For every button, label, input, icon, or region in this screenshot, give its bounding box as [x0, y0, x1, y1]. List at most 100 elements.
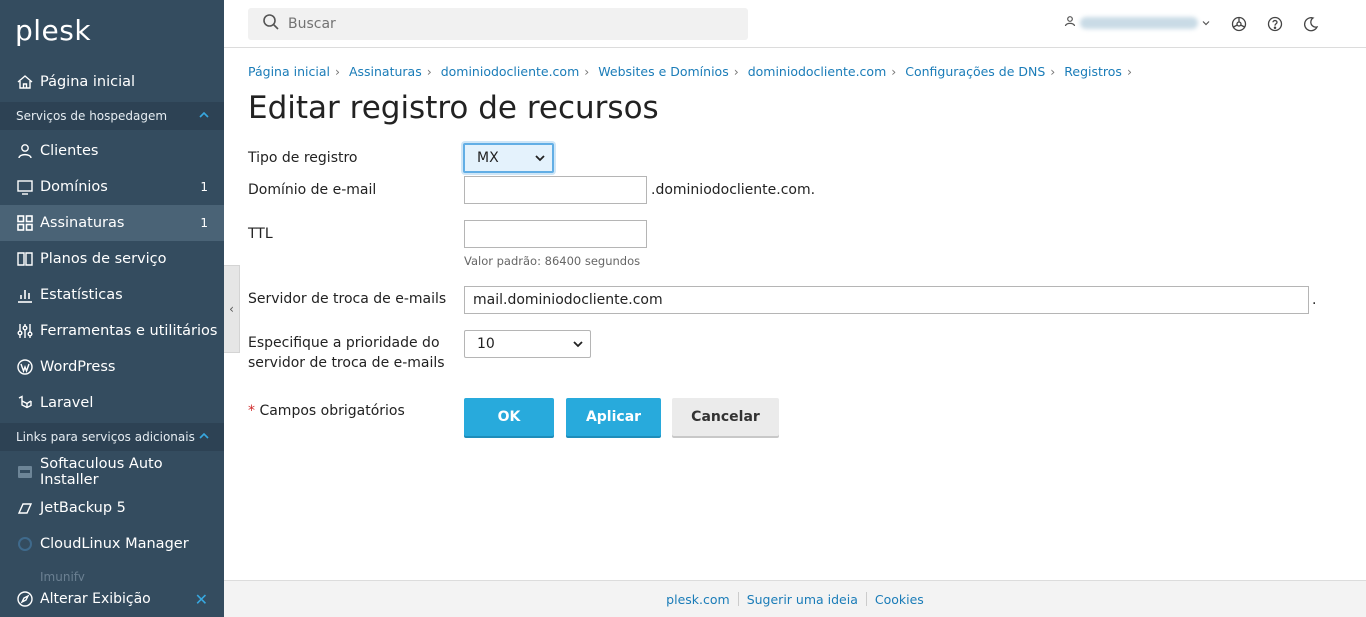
monitor-icon [16, 178, 34, 196]
user-icon [16, 142, 34, 160]
sidebar-item-label: Laravel [40, 395, 94, 411]
user-menu[interactable] [1064, 15, 1210, 30]
sidebar-item-label: Assinaturas [40, 215, 125, 231]
close-icon[interactable]: ✕ [195, 590, 208, 609]
breadcrumb-separator: › [891, 64, 897, 79]
sidebar-item-laravel[interactable]: Laravel [0, 385, 224, 421]
plesk-logo[interactable]: plesk [15, 14, 91, 47]
sidebar-item-clientes[interactable]: Clientes [0, 133, 224, 169]
extensions-icon[interactable] [1229, 14, 1249, 34]
count-badge: 1 [200, 216, 208, 230]
breadcrumb-separator: › [1050, 64, 1056, 79]
chevron-left-icon: ‹ [229, 302, 234, 316]
chevron-down-icon [534, 152, 546, 168]
moon-icon[interactable] [1301, 14, 1321, 34]
footer: plesk.com Sugerir uma ideia Cookies [224, 580, 1366, 617]
search-bar[interactable] [248, 8, 748, 40]
breadcrumb: Página inicial › Assinaturas › dominiodocl… [248, 64, 1137, 79]
sidebar-item-label: Softaculous Auto Installer [40, 456, 163, 488]
help-icon[interactable] [1265, 14, 1285, 34]
priority-value: 10 [477, 336, 495, 352]
sidebar-item-home[interactable]: Página inicial [0, 64, 224, 100]
search-icon [262, 13, 280, 35]
user-icon [1064, 15, 1076, 30]
chevron-up-icon [198, 430, 210, 445]
sidebar-item-ferramentas[interactable]: Ferramentas e utilitários [0, 313, 224, 349]
sidebar-collapse-toggle[interactable]: ‹ [224, 265, 240, 353]
breadcrumb-link[interactable]: dominiodocliente.com [441, 64, 580, 79]
chevron-up-icon [198, 109, 210, 124]
search-input[interactable] [288, 16, 728, 32]
wordpress-icon [16, 358, 34, 376]
sidebar-item-label: Clientes [40, 143, 99, 159]
sidebar-item-label: Planos de serviço [40, 251, 167, 267]
email-domain-input[interactable] [464, 176, 647, 204]
section-links-header[interactable]: Links para serviços adicionais [0, 423, 224, 451]
breadcrumb-separator: › [426, 64, 432, 79]
section-hosting-label: Serviços de hospedagem [16, 109, 168, 123]
breadcrumb-link[interactable]: dominiodocliente.com [748, 64, 887, 79]
sidebar-item-label: Página inicial [40, 74, 136, 90]
jetbackup-icon [16, 499, 34, 517]
email-domain-label: Domínio de e-mail [248, 182, 377, 198]
change-view-label: Alterar Exibição [40, 591, 151, 607]
record-type-label: Tipo de registro [248, 150, 358, 166]
required-asterisk: * [248, 403, 255, 419]
record-type-value: MX [477, 150, 499, 166]
breadcrumb-link[interactable]: Registros [1064, 64, 1122, 79]
compass-icon [16, 590, 34, 608]
ttl-input[interactable] [464, 220, 647, 248]
cancel-button[interactable]: Cancelar [672, 398, 779, 436]
sidebar-item-estatisticas[interactable]: Estatísticas [0, 277, 224, 313]
sidebar-item-planos[interactable]: Planos de serviço [0, 241, 224, 277]
footer-link-plesk[interactable]: plesk.com [658, 592, 738, 607]
grid-icon [16, 214, 34, 232]
sidebar-item-wordpress[interactable]: WordPress [0, 349, 224, 385]
footer-link-cookies[interactable]: Cookies [867, 592, 932, 607]
email-domain-suffix: .dominiodocliente.com. [651, 182, 816, 198]
sidebar-item-softaculous[interactable]: Softaculous Auto Installer [0, 454, 224, 490]
home-icon [16, 73, 34, 91]
sidebar-item-label: Domínios [40, 179, 108, 195]
ttl-hint: Valor padrão: 86400 segundos [464, 254, 641, 268]
priority-label-line2: servidor de troca de e-mails [248, 355, 445, 371]
breadcrumb-link[interactable]: Assinaturas [349, 64, 422, 79]
priority-select[interactable]: 10 [464, 330, 591, 358]
page-title: Editar registro de recursos [248, 90, 659, 126]
section-links-label: Links para serviços adicionais [16, 430, 195, 444]
top-header [224, 0, 1366, 48]
breadcrumb-separator: › [1126, 64, 1132, 79]
required-note: * Campos obrigatórios [248, 401, 405, 421]
sliders-icon [16, 322, 34, 340]
breadcrumb-separator: › [334, 64, 340, 79]
book-icon [16, 250, 34, 268]
sidebar-item-jetbackup[interactable]: JetBackup 5 [0, 490, 224, 526]
sidebar-item-label: Ferramentas e utilitários [40, 323, 218, 339]
breadcrumb-separator: › [584, 64, 590, 79]
mail-server-label: Servidor de troca de e-mails [248, 291, 447, 307]
sidebar-item-label: CloudLinux Manager [40, 536, 189, 552]
sidebar: plesk Página inicial Serviços de hospeda… [0, 0, 224, 617]
ttl-label: TTL [248, 226, 273, 242]
section-hosting-header[interactable]: Serviços de hospedagem [0, 102, 224, 130]
bar-chart-icon [16, 286, 34, 304]
ok-button[interactable]: OK [464, 398, 554, 436]
priority-label-line1: Especifique a prioridade do [248, 335, 440, 351]
mail-server-suffix: . [1312, 292, 1317, 308]
record-type-select[interactable]: MX [463, 143, 554, 173]
sidebar-item-cloudlinux[interactable]: CloudLinux Manager [0, 526, 224, 562]
mail-server-input[interactable] [464, 286, 1309, 314]
breadcrumb-link[interactable]: Página inicial [248, 64, 330, 79]
change-view-button[interactable]: Alterar Exibição ✕ [0, 581, 224, 617]
breadcrumb-link[interactable]: Websites e Domínios [598, 64, 728, 79]
sidebar-item-dominios[interactable]: Domínios 1 [0, 169, 224, 205]
breadcrumb-link[interactable]: Configurações de DNS [905, 64, 1045, 79]
sidebar-item-assinaturas[interactable]: Assinaturas 1 [0, 205, 224, 241]
apply-button[interactable]: Aplicar [566, 398, 661, 436]
required-note-text: Campos obrigatórios [259, 403, 405, 419]
sidebar-item-label: JetBackup 5 [40, 500, 126, 516]
footer-link-suggest[interactable]: Sugerir uma ideia [739, 592, 866, 607]
laravel-icon [16, 394, 34, 412]
chevron-down-icon [572, 338, 584, 354]
softaculous-icon [16, 463, 34, 481]
